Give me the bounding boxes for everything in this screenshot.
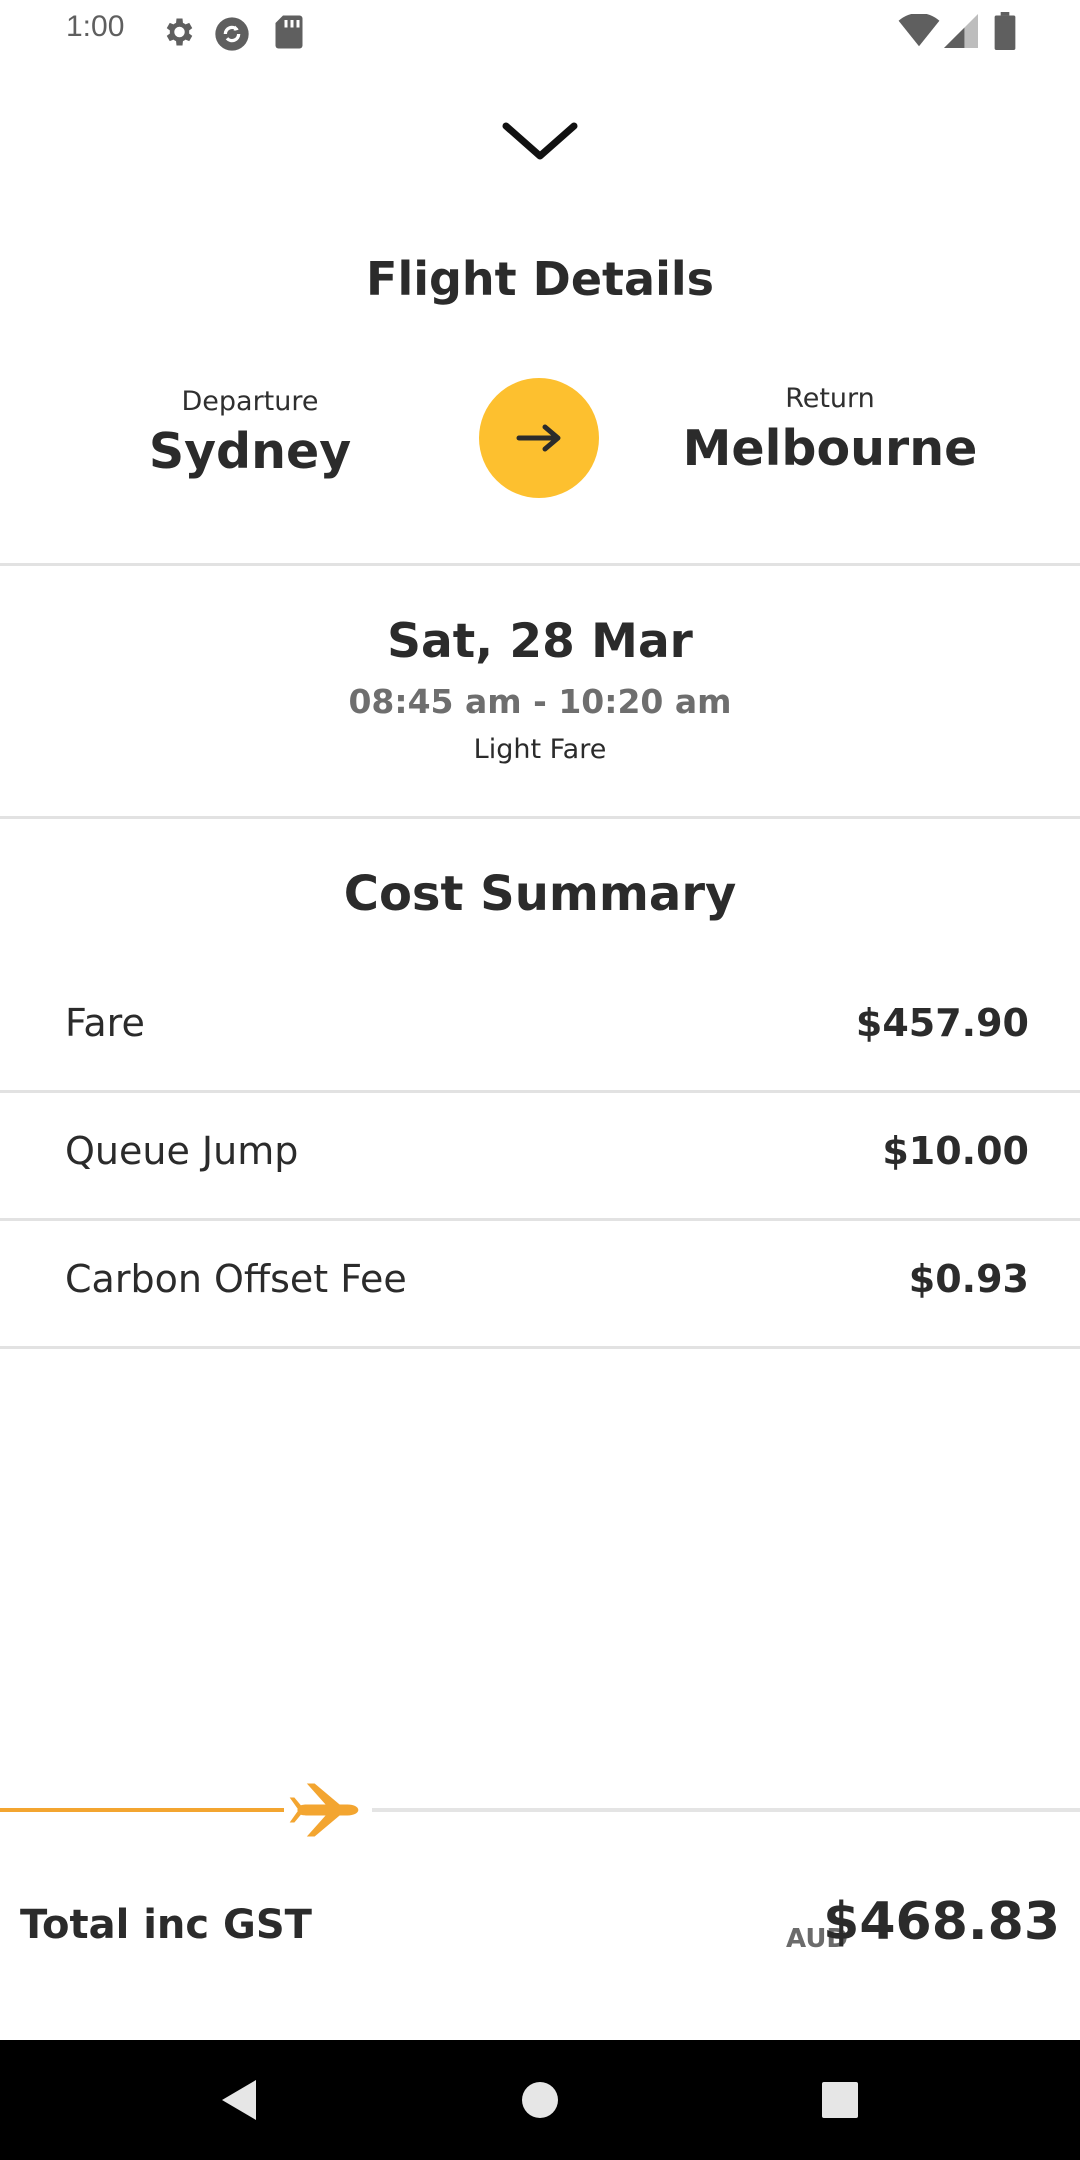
chevron-down-icon	[502, 122, 578, 160]
airplane-icon	[289, 1783, 359, 1837]
sync-icon	[215, 17, 249, 51]
direction-button[interactable]	[479, 378, 599, 498]
divider	[0, 816, 1080, 819]
battery-icon	[994, 12, 1016, 50]
return-info: Return Melbourne	[650, 383, 1010, 477]
status-time: 1:00	[66, 10, 125, 43]
flight-date: Sat, 28 Mar	[387, 614, 693, 669]
wifi-icon	[898, 14, 940, 47]
departure-info: Departure Sydney	[100, 386, 400, 480]
status-bar: 1:00	[0, 0, 1080, 60]
fare-type: Light Fare	[473, 734, 607, 765]
recents-icon[interactable]	[810, 2070, 870, 2130]
flight-time-range: 08:45 am - 10:20 am	[348, 682, 732, 721]
cost-row-carbon-offset: Carbon Offset Fee $0.93	[0, 1219, 1080, 1347]
gear-icon	[166, 18, 193, 46]
cost-label: Fare	[65, 1001, 145, 1045]
cost-value: $457.90	[855, 1001, 1029, 1045]
home-icon[interactable]	[510, 2070, 570, 2130]
cost-row-fare: Fare $457.90	[0, 963, 1080, 1091]
back-icon[interactable]	[210, 2070, 270, 2130]
cost-summary-title: Cost Summary	[343, 866, 737, 922]
return-label: Return	[785, 383, 875, 414]
divider	[0, 563, 1080, 566]
cost-value: $0.93	[908, 1257, 1029, 1301]
collapse-button[interactable]	[492, 112, 588, 176]
navigation-bar	[0, 2040, 1080, 2160]
departure-city: Sydney	[148, 423, 352, 480]
return-city: Melbourne	[682, 420, 978, 477]
cost-value: $10.00	[882, 1129, 1029, 1173]
divider	[0, 1346, 1080, 1349]
cost-row-queue-jump: Queue Jump $10.00	[0, 1091, 1080, 1219]
booking-progress	[0, 1760, 1080, 1860]
total-amount: $468.83	[823, 1892, 1060, 1952]
total-label: Total inc GST	[20, 1902, 312, 1948]
sd-card-icon	[275, 15, 303, 49]
cost-label: Queue Jump	[65, 1129, 299, 1173]
arrow-right-icon	[516, 424, 561, 452]
cost-label: Carbon Offset Fee	[65, 1257, 407, 1301]
signal-icon	[944, 14, 978, 48]
flight-details-title: Flight Details	[366, 252, 714, 306]
departure-label: Departure	[181, 386, 319, 417]
